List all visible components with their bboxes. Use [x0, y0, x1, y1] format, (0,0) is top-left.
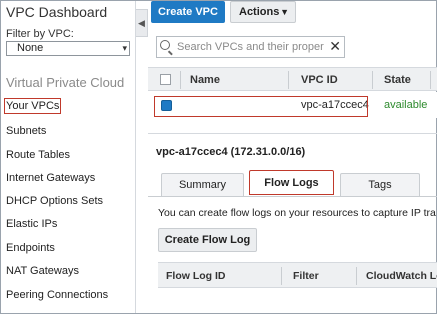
chevron-left-icon: ◀	[138, 18, 145, 28]
pane-splitter[interactable]	[148, 133, 437, 134]
tab-tags[interactable]: Tags	[340, 173, 420, 196]
sidebar-item-your-vpcs[interactable]: Your VPCs	[4, 98, 62, 114]
filter-select[interactable]: None ▾	[6, 41, 130, 56]
sidebar-item-endpoints[interactable]: Endpoints	[6, 242, 55, 254]
sidebar-item-subnets[interactable]: Subnets	[6, 125, 46, 137]
clear-search-icon[interactable]: ✕	[329, 38, 341, 55]
sidebar: VPC Dashboard Filter by VPC: None ▾ Virt…	[1, 1, 136, 313]
actions-label: Actions	[239, 6, 280, 18]
sidebar-item-route-tables[interactable]: Route Tables	[6, 149, 70, 161]
filter-label: Filter by VPC:	[6, 28, 74, 40]
tab-flow-logs[interactable]: Flow Logs	[249, 170, 334, 195]
column-header-filter[interactable]: Filter	[293, 270, 319, 282]
detail-title: vpc-a17ccec4 (172.31.0.0/16)	[156, 146, 306, 158]
column-divider	[180, 71, 181, 89]
sidebar-section-title: Virtual Private Cloud	[6, 75, 125, 90]
vpc-table-header: Name VPC ID State	[148, 67, 437, 91]
sidebar-item-dhcp-options-sets[interactable]: DHCP Options Sets	[6, 195, 103, 207]
sidebar-item-nat-gateways[interactable]: NAT Gateways	[6, 265, 79, 277]
state-cell: available	[384, 99, 428, 111]
column-divider	[372, 71, 373, 89]
search-placeholder: Search VPCs and their proper	[177, 41, 324, 53]
dropdown-arrow-icon: ▾	[122, 43, 127, 53]
create-flow-log-button[interactable]: Create Flow Log	[158, 228, 257, 252]
column-header-vpc-id[interactable]: VPC ID	[301, 74, 338, 86]
column-header-flow-log-id[interactable]: Flow Log ID	[166, 270, 226, 282]
flow-logs-info-text: You can create flow logs on your resourc…	[158, 207, 436, 219]
selected-row-highlight	[154, 96, 368, 117]
filter-select-value: None	[17, 42, 44, 54]
flow-log-table-header: Flow Log ID Filter CloudWatch Lo	[158, 262, 437, 288]
column-divider	[356, 267, 357, 285]
column-header-name[interactable]: Name	[190, 74, 220, 86]
column-divider	[288, 71, 289, 89]
select-all-checkbox[interactable]	[160, 74, 171, 85]
collapse-sidebar-button[interactable]: ◀	[136, 9, 148, 37]
column-header-state[interactable]: State	[384, 74, 411, 86]
actions-button[interactable]: Actions ▼	[230, 1, 296, 23]
search-input[interactable]: Search VPCs and their proper ✕	[156, 36, 345, 58]
sidebar-title: VPC Dashboard	[6, 4, 108, 20]
column-divider	[281, 267, 282, 285]
chevron-down-icon: ▼	[280, 7, 289, 17]
sidebar-item-peering-connections[interactable]: Peering Connections	[6, 289, 108, 301]
sidebar-item-internet-gateways[interactable]: Internet Gateways	[6, 172, 95, 184]
sidebar-item-elastic-ips[interactable]: Elastic IPs	[6, 218, 57, 230]
create-vpc-button[interactable]: Create VPC	[151, 1, 225, 23]
search-icon	[160, 40, 170, 50]
tab-summary[interactable]: Summary	[161, 173, 244, 196]
tabs-divider	[148, 196, 437, 197]
column-divider	[430, 71, 431, 89]
column-header-cloudwatch[interactable]: CloudWatch Lo	[366, 270, 437, 282]
